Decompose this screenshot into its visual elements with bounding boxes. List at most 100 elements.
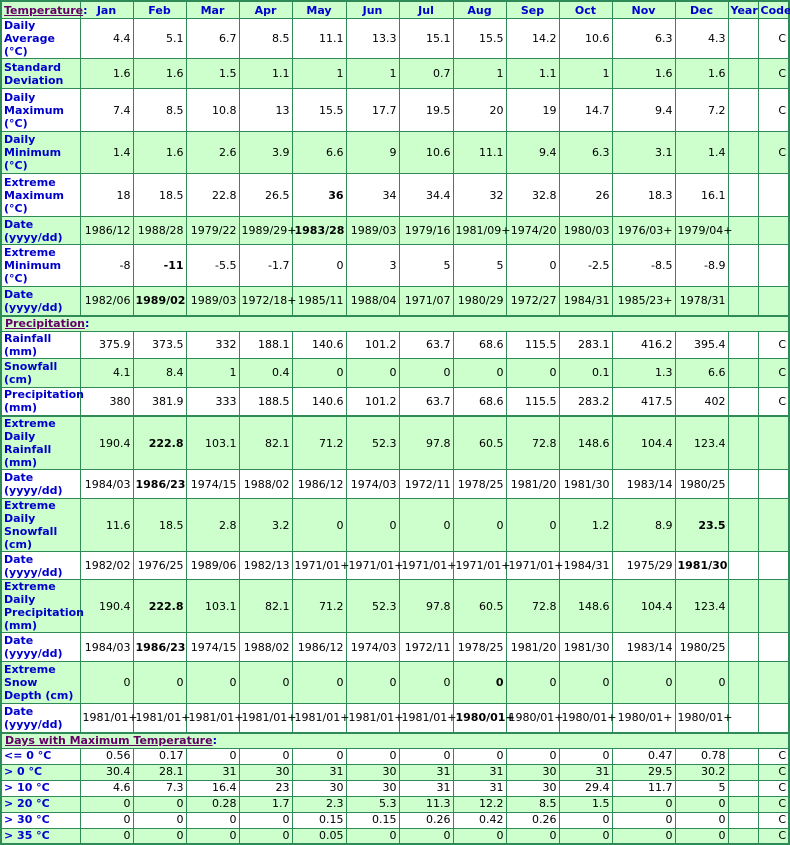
table-cell-oct: 1.2 — [558, 498, 613, 552]
table-cell-aug: 5 — [452, 244, 507, 287]
table-cell-sep: 1980/01+ — [505, 703, 563, 733]
column-header-jul: Jul — [398, 0, 454, 19]
table-cell-apr: 0 — [238, 827, 293, 845]
table-cell-apr: 188.1 — [238, 330, 293, 359]
table-cell-jan: 0.56 — [79, 747, 134, 765]
table-cell-may: 71.2 — [291, 415, 347, 470]
table-cell-may: 36 — [291, 173, 347, 217]
table-row: Snowfall (cm) 4.1 8.4 1 0.4 0 0 0 0 0 0.1 1.3 6.6 C — [0, 357, 790, 388]
table-cell-jan: 1.4 — [79, 131, 134, 174]
table-row: Precipitation (mm) 380 381.9 333 188.5 140.6 1… — [0, 386, 790, 417]
table-cell-year — [727, 88, 759, 132]
table-cell-code — [757, 551, 790, 580]
table-cell-jul: 0 — [398, 661, 454, 704]
row-label: Extreme Daily Snowfall (cm) — [0, 498, 81, 552]
table-cell-aug: 32 — [452, 173, 507, 217]
table-cell-year — [727, 58, 759, 89]
table-cell-jul: 0.26 — [398, 811, 454, 829]
colon: : — [84, 317, 90, 330]
table-cell-jun: 101.2 — [345, 330, 400, 359]
table-cell-aug: 1981/09+ — [452, 216, 510, 245]
table-cell-aug: 31 — [452, 763, 507, 781]
row-label: Extreme Minimum (°C) — [0, 244, 81, 287]
days-max-temp-link[interactable]: Days with Maximum Temperature — [5, 734, 213, 747]
colon: : — [83, 3, 88, 17]
table-cell-oct: 283.1 — [558, 330, 613, 359]
table-row: Date (yyyy/dd) 1986/12 1988/28 1979/22 1989/… — [0, 216, 790, 245]
table-cell-mar: 103.1 — [185, 579, 240, 633]
table-cell-nov: 6.3 — [611, 18, 676, 59]
precipitation-link[interactable]: Precipitation — [5, 317, 85, 330]
table-cell-jun: 1988/04 — [345, 286, 400, 316]
table-cell-year — [727, 244, 759, 287]
days-max-temp-section-header: Days with Maximum Temperature: — [0, 731, 790, 749]
column-header-jun: Jun — [345, 0, 400, 19]
table-cell-sep: 0 — [505, 827, 560, 845]
table-cell-oct: 26 — [558, 173, 613, 217]
table-cell-may: 2.3 — [291, 795, 347, 813]
table-cell-apr: 1972/18+ — [238, 286, 296, 316]
table-cell-apr: 1981/01+ — [238, 703, 296, 733]
column-header-code: Code — [757, 0, 790, 19]
table-cell-dec: 402 — [674, 386, 729, 417]
row-label: Snowfall (cm) — [0, 357, 81, 388]
table-cell-feb: 0 — [132, 811, 187, 829]
table-cell-may: 140.6 — [291, 386, 347, 417]
table-cell-code: C — [757, 763, 790, 781]
table-cell-oct: 1981/30 — [558, 469, 613, 499]
table-cell-may: 140.6 — [291, 330, 347, 359]
table-cell-apr: 13 — [238, 88, 293, 132]
table-cell-dec: 1.4 — [674, 131, 729, 174]
table-cell-oct: 1.5 — [558, 795, 613, 813]
table-cell-jun: 0 — [345, 747, 400, 765]
row-label: Extreme Maximum (°C) — [0, 173, 81, 217]
table-cell-feb: 5.1 — [132, 18, 187, 59]
table-cell-jun: 13.3 — [345, 18, 400, 59]
table-cell-year — [727, 703, 759, 733]
table-row: Extreme Maximum (°C) 18 18.5 22.8 26.5 36 34 34… — [0, 173, 790, 217]
table-cell-code: C — [757, 330, 790, 359]
table-cell-jun: 0 — [345, 661, 400, 704]
table-cell-apr: 1988/02 — [238, 632, 293, 662]
temperature-link[interactable]: Temperature — [4, 4, 83, 17]
table-cell-jan: 190.4 — [79, 579, 134, 633]
table-cell-year — [727, 827, 759, 845]
column-header-sep: Sep — [505, 0, 560, 19]
table-row: Rainfall (mm) 375.9 373.5 332 188.1 140.6 101.… — [0, 330, 790, 359]
table-row: Date (yyyy/dd) 1984/03 1986/23 1974/15 1988/… — [0, 632, 790, 662]
table-cell-dec: 0 — [674, 827, 729, 845]
table-row: Extreme Minimum (°C) -8 -11 -5.5 -1.7 0 3 5 5 0 -2… — [0, 244, 790, 287]
table-cell-jan: 1982/02 — [79, 551, 134, 580]
table-cell-may: 0 — [291, 747, 347, 765]
table-cell-oct: 148.6 — [558, 415, 613, 470]
table-cell-feb: 0 — [132, 827, 187, 845]
table-row: Standard Deviation 1.6 1.6 1.5 1.1 1 1 0.7 1 1.1 1… — [0, 58, 790, 89]
table-cell-nov: 1983/14 — [611, 469, 676, 499]
table-row: Daily Average (°C) 4.4 5.1 6.7 8.5 11.1 13.3 15… — [0, 18, 790, 59]
table-row: <= 0 °C 0.56 0.17 0 0 0 0 0 0 0 0 0.47 0.78 C — [0, 747, 790, 765]
table-cell-sep: 72.8 — [505, 579, 560, 633]
section-header-temperature: Temperature: — [0, 0, 88, 19]
table-cell-aug: 1980/01+ — [452, 703, 515, 733]
table-cell-apr: 1982/13 — [238, 551, 293, 580]
table-cell-mar: 0.28 — [185, 795, 240, 813]
table-cell-sep: 1974/20 — [505, 216, 560, 245]
table-cell-may: 30 — [291, 779, 347, 797]
table-cell-feb: 222.8 — [132, 579, 187, 633]
table-cell-year — [727, 579, 759, 633]
table-cell-nov: 0 — [611, 811, 676, 829]
table-cell-jun: 101.2 — [345, 386, 400, 417]
table-cell-mar: -5.5 — [185, 244, 240, 287]
table-row: > 30 °C 0 0 0 0 0.15 0.15 0.26 0.42 0.26 0 0 0 C — [0, 811, 790, 829]
table-cell-sep: 0.26 — [505, 811, 560, 829]
table-cell-code — [757, 703, 790, 733]
table-cell-nov: 11.7 — [611, 779, 676, 797]
table-cell-feb: 1988/28 — [132, 216, 187, 245]
table-cell-oct: 1980/01+ — [558, 703, 616, 733]
table-cell-jul: 34.4 — [398, 173, 454, 217]
table-cell-code: C — [757, 779, 790, 797]
table-cell-nov: 1980/01+ — [611, 703, 676, 733]
table-cell-sep: 115.5 — [505, 330, 560, 359]
table-cell-jul: 15.1 — [398, 18, 454, 59]
section-row-precipitation: Precipitation: — [0, 314, 790, 332]
